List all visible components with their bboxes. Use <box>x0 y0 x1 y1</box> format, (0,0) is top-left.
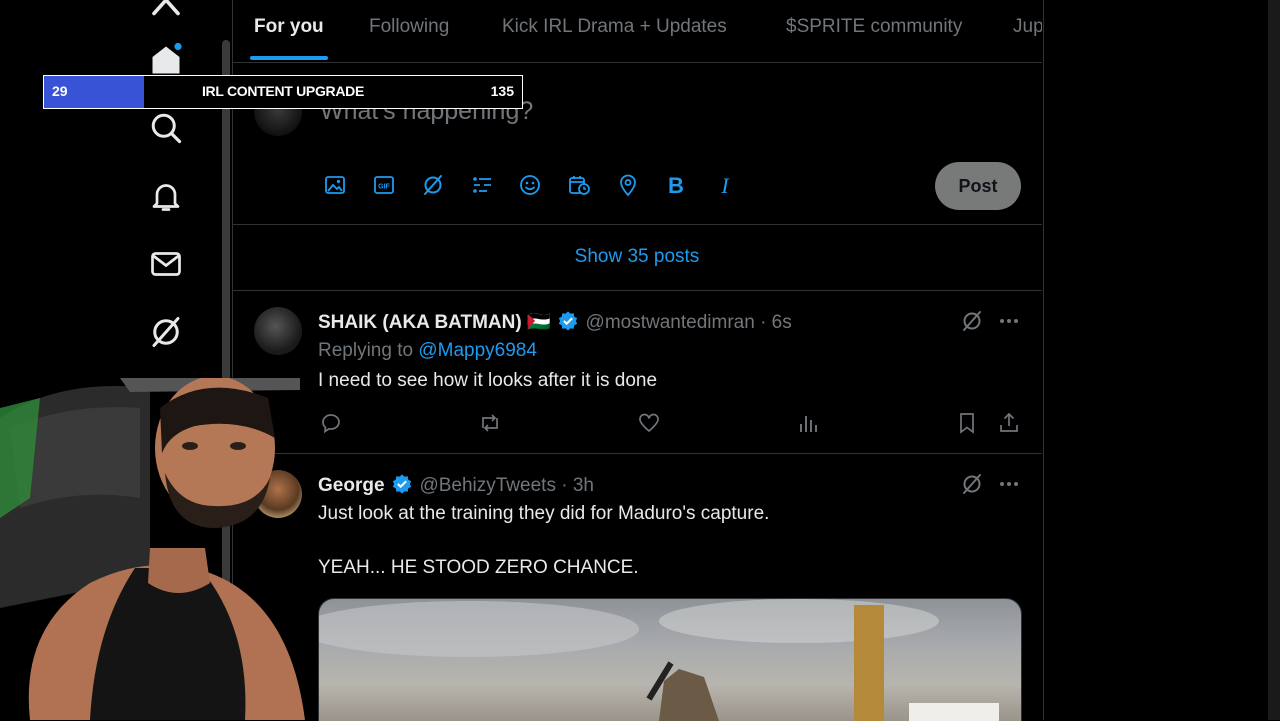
grok-icon[interactable] <box>960 472 984 496</box>
views-icon[interactable] <box>796 411 820 435</box>
tweet-text: I need to see how it looks after it is d… <box>318 370 658 391</box>
tab-following[interactable]: Following <box>369 16 449 38</box>
tweet-handle[interactable]: @BehizyTweets · 3h <box>419 475 594 496</box>
active-tab-indicator <box>250 56 328 60</box>
post-button[interactable]: Post <box>935 162 1021 210</box>
webcam-image <box>0 378 305 720</box>
bookmark-icon[interactable] <box>955 411 979 435</box>
reply-icon[interactable] <box>319 411 343 435</box>
like-icon[interactable] <box>637 411 661 435</box>
tweet-author-name[interactable]: George <box>318 475 385 496</box>
tweet-author-name[interactable]: SHAIK (AKA BATMAN) 🇵🇸 <box>318 312 551 333</box>
verified-badge-icon <box>558 311 578 331</box>
search-icon[interactable] <box>148 110 184 146</box>
bold-icon[interactable]: B <box>664 173 688 197</box>
svg-text:GIF: GIF <box>378 184 390 191</box>
mail-icon[interactable] <box>148 246 184 282</box>
tweet-avatar[interactable] <box>254 307 302 355</box>
grok-icon[interactable] <box>960 309 984 333</box>
italic-icon[interactable]: I <box>713 173 737 197</box>
more-options-icon[interactable] <box>997 309 1021 333</box>
tweet-header: George @BehizyTweets · 3h <box>318 473 594 497</box>
video-frame-image <box>319 599 999 721</box>
tab-kick-irl-drama[interactable]: Kick IRL Drama + Updates <box>502 16 727 38</box>
tweet-handle[interactable]: @mostwantedimran · 6s <box>586 312 792 333</box>
goal-target-value: 135 <box>490 83 514 99</box>
replying-to-handle[interactable]: @Mappy6984 <box>418 340 537 361</box>
stream-goal-bar: 29 IRL CONTENT UPGRADE 135 <box>43 75 523 109</box>
grok-icon[interactable] <box>148 314 184 350</box>
tweet-media-video[interactable] <box>318 598 1022 721</box>
x-logo-icon[interactable] <box>148 0 184 18</box>
divider <box>232 290 1042 291</box>
page-scrollbar[interactable] <box>1268 0 1280 720</box>
emoji-icon[interactable] <box>518 173 542 197</box>
replying-to-label: Replying to <box>318 340 419 361</box>
location-icon[interactable] <box>616 173 640 197</box>
tweet-text: YEAH... HE STOOD ZERO CHANCE. <box>318 557 639 578</box>
tab-for-you[interactable]: For you <box>254 16 324 38</box>
divider <box>232 62 1042 63</box>
replying-to: Replying to @Mappy6984 <box>318 340 537 362</box>
poll-icon[interactable] <box>470 173 494 197</box>
streamer-webcam <box>0 378 312 720</box>
bell-icon[interactable] <box>148 178 184 214</box>
gif-icon[interactable]: GIF <box>372 173 396 197</box>
goal-label: IRL CONTENT UPGRADE <box>201 83 365 99</box>
tab-jup[interactable]: Jup <box>1013 16 1042 38</box>
divider <box>232 453 1042 454</box>
grok-icon[interactable] <box>421 173 445 197</box>
schedule-icon[interactable] <box>567 173 591 197</box>
tweet-text: Just look at the training they did for M… <box>318 503 770 524</box>
svg-text:I: I <box>720 173 730 197</box>
divider <box>232 224 1042 225</box>
repost-icon[interactable] <box>478 411 502 435</box>
tweet-header: SHAIK (AKA BATMAN) 🇵🇸 @mostwantedimran ·… <box>318 310 792 334</box>
image-icon[interactable] <box>323 173 347 197</box>
share-icon[interactable] <box>997 411 1021 435</box>
home-icon[interactable] <box>148 42 184 78</box>
verified-badge-icon <box>392 474 412 494</box>
more-options-icon[interactable] <box>997 472 1021 496</box>
svg-text:B: B <box>668 173 684 197</box>
tab-sprite-community[interactable]: $SPRITE community <box>786 16 962 38</box>
show-new-posts-link[interactable]: Show 35 posts <box>232 246 1042 268</box>
